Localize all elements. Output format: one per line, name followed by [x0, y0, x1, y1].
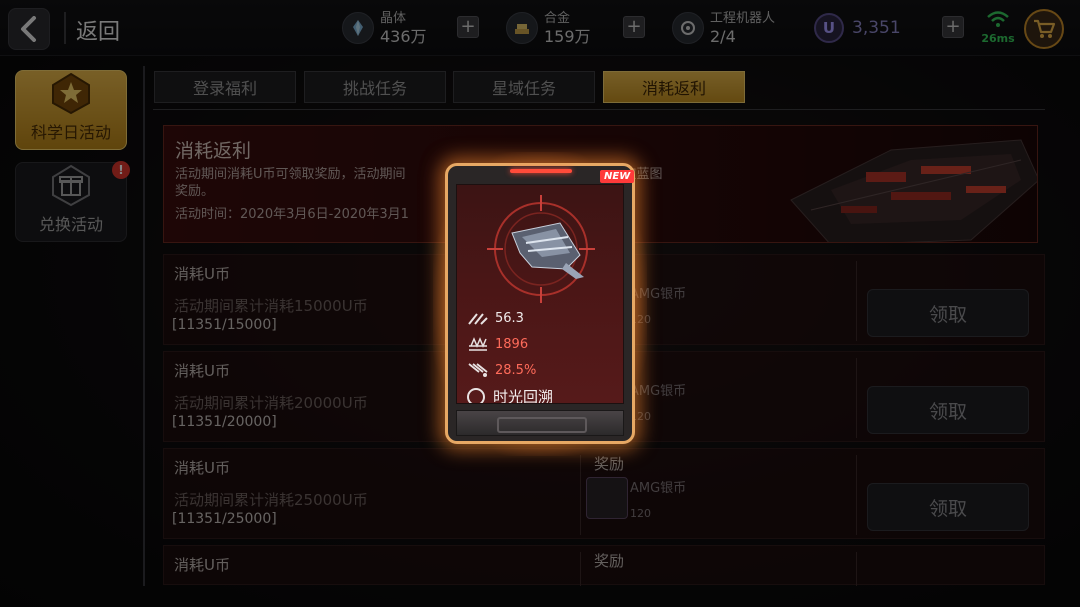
stat-crit-value: 28.5% [495, 362, 537, 378]
reticle-icon [487, 195, 595, 303]
stat-attack: 56.3 [467, 310, 524, 326]
stat-crit: 28.5% [467, 362, 536, 378]
stat-hp-value: 1896 [495, 336, 529, 352]
blueprint-card[interactable]: NEW 56.3 1896 28.5% 时光回溯 [445, 163, 635, 444]
game-screen: 返回 晶体 436万 + 合金 159万 + 工程机器人 2/4 U 3,351… [0, 0, 1080, 607]
attack-icon [468, 313, 488, 325]
stat-attack-value: 56.3 [495, 310, 524, 326]
stat-hp: 1896 [467, 336, 528, 352]
skill-name: 时光回溯 [493, 388, 554, 404]
card-face: 56.3 1896 28.5% 时光回溯 [456, 184, 624, 404]
armor-icon [469, 337, 487, 351]
missile-icon [468, 363, 488, 377]
time-rewind-icon [467, 387, 485, 403]
card-top-light [510, 169, 572, 173]
skill-row: 时光回溯 [467, 386, 554, 404]
new-badge: NEW [600, 170, 635, 183]
card-base [456, 410, 624, 436]
